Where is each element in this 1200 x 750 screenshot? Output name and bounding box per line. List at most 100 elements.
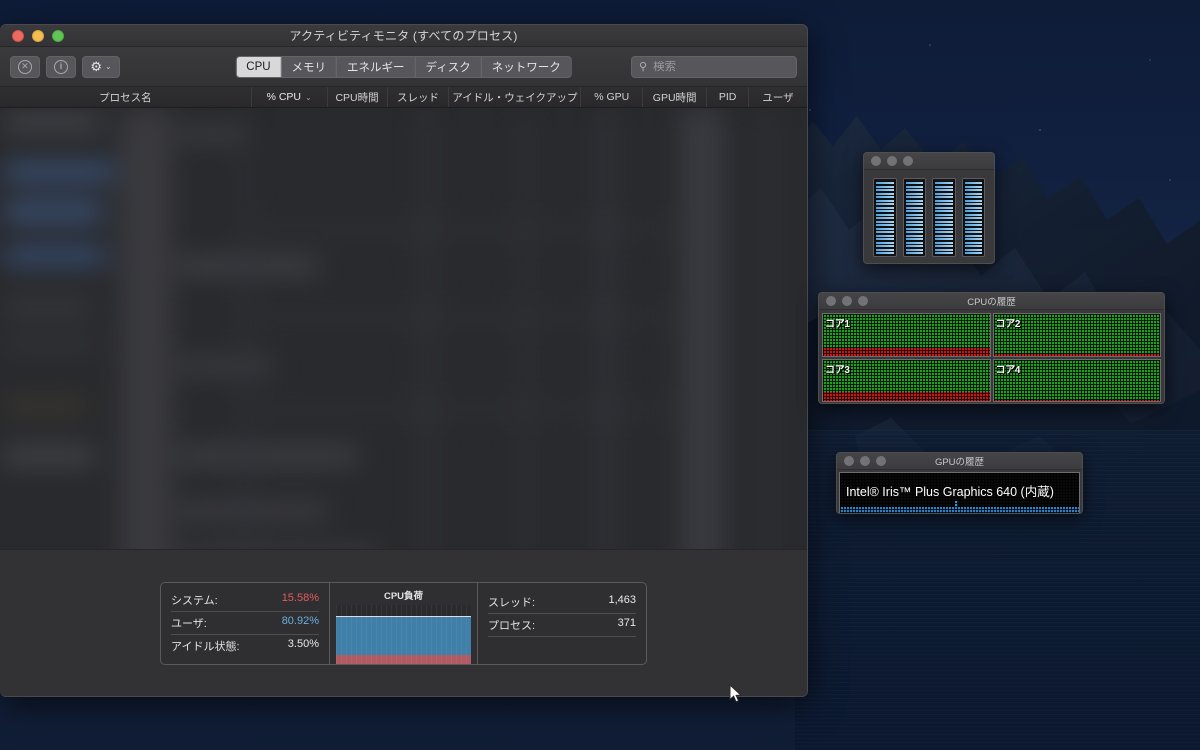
redacted-process-rows [0, 108, 807, 613]
chevron-down-icon: ⌄ [104, 62, 112, 71]
mouse-cursor [729, 684, 743, 703]
tab-disk[interactable]: ディスク [416, 56, 482, 77]
gpu-history-graph: Intel® Iris™ Plus Graphics 640 (内蔵) [839, 472, 1080, 513]
cpu-bar-segment [905, 210, 923, 212]
column-pid[interactable]: PID [707, 87, 750, 107]
cpu-bar-segment [876, 224, 894, 226]
cpu-load-graph [336, 604, 471, 664]
cpu-history-title: CPUの履歴 [967, 297, 1016, 308]
cpu-bar-segment [876, 196, 894, 198]
process-counts-panel: スレッド: 1,463 プロセス: 371 [478, 583, 646, 664]
cpu-bar-segment [905, 192, 923, 195]
cpu-bar-segment [876, 217, 894, 219]
stat-row-user: ユーザ: 80.92% [171, 612, 319, 635]
view-tabs: CPU メモリ エネルギー ディスク ネットワーク [235, 55, 572, 78]
column-threads[interactable]: スレッド [388, 87, 450, 107]
column-idle-wakeups[interactable]: アイドル・ウェイクアップ [449, 87, 582, 107]
cpu-bar-segment [964, 234, 982, 237]
cpu-bar-segment [876, 206, 894, 209]
column-cpu-time[interactable]: CPU時間 [328, 87, 388, 107]
column-label: % GPU [594, 91, 630, 103]
cpu-bar-segment [876, 238, 894, 240]
table-column-header: プロセス名 % CPU ⌄ CPU時間 スレッド アイドル・ウェイクアップ % … [0, 87, 807, 108]
activity-monitor-window: アクティビティモニタ (すべてのプロセス) ✕ i ⚙ ⌄ CPU メモリ エネ… [0, 24, 808, 697]
cpu-bar-segment [905, 178, 923, 181]
cpu-percentages-panel: システム: 15.58% ユーザ: 80.92% アイドル状態: 3.50% [161, 582, 330, 664]
cpu-history-floating-window[interactable]: CPUの履歴 コア1 コア2 コア3 コア4 [818, 292, 1165, 404]
cpu-bar-segment [964, 199, 982, 202]
cpu-bar-segment [964, 196, 982, 198]
cpu-bar-segment [935, 210, 953, 212]
cpu-bar-segment [964, 203, 982, 205]
tab-network[interactable]: ネットワーク [482, 57, 571, 77]
cpu-bar-core-4 [961, 178, 985, 257]
zoom-button[interactable] [903, 156, 913, 166]
cpu-bar-segment [905, 206, 923, 209]
cpu-bar-segment [964, 224, 982, 226]
cpu-bar-segment [935, 220, 953, 223]
stop-process-button[interactable]: ✕ [10, 55, 40, 78]
cpu-bar-segment [935, 182, 953, 184]
cpu-load-grain [336, 604, 471, 664]
cpu-bar-segment [964, 210, 982, 212]
minimize-button[interactable] [887, 156, 897, 166]
close-button[interactable] [871, 156, 881, 166]
tab-energy[interactable]: エネルギー [337, 56, 416, 77]
stat-row-threads: スレッド: 1,463 [488, 591, 636, 614]
column-user[interactable]: ユーザ [749, 87, 807, 107]
cpu-bar-segment [876, 248, 894, 251]
stat-row-processes: プロセス: 371 [488, 614, 636, 637]
cpu-bar-segment [935, 217, 953, 219]
core-graph-1: コア1 [822, 313, 991, 357]
cpu-usage-titlebar [864, 153, 994, 170]
cpu-bar-segment [876, 210, 894, 212]
processes-value: 371 [617, 617, 636, 629]
search-input[interactable] [653, 60, 789, 73]
column-gpu-percent[interactable]: % GPU [581, 87, 644, 107]
search-field[interactable]: ⚲ [631, 55, 797, 78]
cpu-bar-segment [905, 220, 923, 223]
cpu-bar-segment [876, 199, 894, 202]
cpu-bar-segment [935, 224, 953, 226]
stat-row-idle: アイドル状態: 3.50% [171, 635, 319, 657]
cpu-bar-segment [964, 238, 982, 240]
column-label: プロセス名 [99, 91, 152, 104]
system-value: 15.58% [281, 592, 319, 604]
cpu-bar-segment [876, 241, 894, 244]
core-1-label: コア1 [825, 319, 850, 330]
cpu-bar-segment [935, 238, 953, 240]
column-process-name[interactable]: プロセス名 [0, 87, 252, 107]
cpu-bar-segment [964, 206, 982, 209]
tab-cpu[interactable]: CPU [236, 56, 282, 77]
gpu-history-title: GPUの履歴 [934, 457, 985, 468]
cpu-bar-segment [876, 189, 894, 191]
cpu-bar-segment [876, 231, 894, 233]
column-gpu-time[interactable]: GPU時間 [643, 87, 708, 107]
cpu-usage-bars [864, 170, 994, 263]
gpu-history-floating-window[interactable]: GPUの履歴 Intel® Iris™ Plus Graphics 640 (内… [836, 452, 1083, 514]
search-container: ⚲ [631, 55, 797, 78]
cpu-bar-segment [876, 234, 894, 237]
cpu-bar-segment [964, 189, 982, 191]
cpu-bar-core-3 [932, 178, 956, 257]
cpu-bar-segment [964, 192, 982, 195]
view-options-button[interactable]: ⚙ ⌄ [82, 55, 120, 78]
cpu-bar-segment [905, 185, 923, 188]
window-title: アクティビティモニタ (すべてのプロセス) [289, 29, 518, 43]
cpu-bar-segment [935, 234, 953, 237]
threads-value: 1,463 [608, 594, 636, 606]
cpu-bar-segment [964, 245, 982, 247]
cpu-bar-segment [935, 196, 953, 198]
cpu-usage-floating-window[interactable] [863, 152, 995, 264]
column-cpu-percent[interactable]: % CPU ⌄ [252, 87, 328, 107]
core-graph-4: コア4 [992, 358, 1161, 402]
user-value: 80.92% [281, 615, 319, 627]
process-table[interactable] [0, 108, 807, 613]
cpu-bar-segment [905, 217, 923, 219]
cpu-summary-group: システム: 15.58% ユーザ: 80.92% アイドル状態: 3.50% C… [160, 581, 647, 665]
inspect-process-button[interactable]: i [46, 55, 76, 78]
cpu-bar-segment [876, 227, 894, 230]
cpu-bar-segment [964, 252, 982, 254]
tab-memory[interactable]: メモリ [282, 56, 338, 77]
cpu-bar-core-1 [873, 178, 897, 257]
